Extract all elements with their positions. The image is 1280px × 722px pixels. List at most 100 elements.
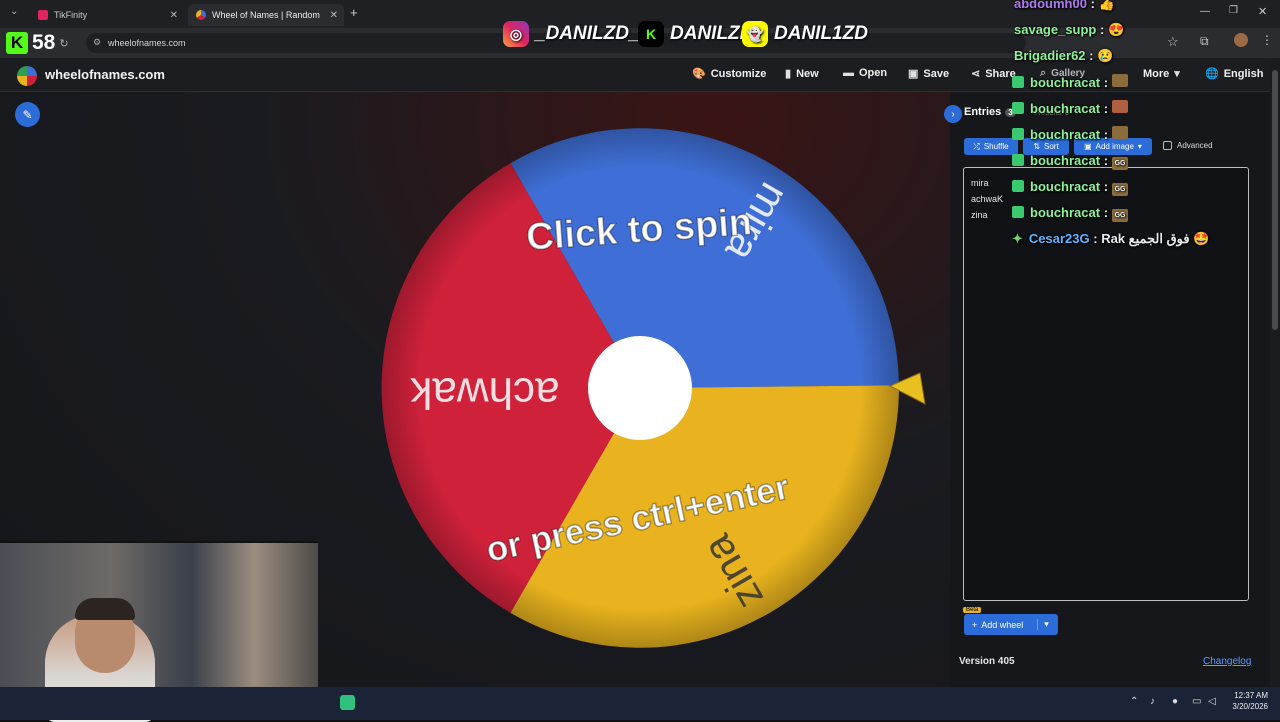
beta-badge: Beta — [963, 607, 982, 613]
close-tab-icon[interactable]: ✕ — [330, 10, 338, 21]
new-tab-icon[interactable]: + — [350, 5, 358, 20]
maximize-icon[interactable]: ❐ — [1229, 5, 1238, 16]
advanced-checkbox[interactable] — [1163, 141, 1172, 150]
subscriber-badge-icon — [1012, 180, 1024, 192]
tab-search-icon[interactable]: ⌄ — [10, 6, 18, 17]
language-button[interactable]: 🌐 English — [1205, 67, 1264, 81]
wheel-center-hub[interactable] — [588, 336, 692, 440]
gg-emote-icon: GG — [1112, 209, 1129, 222]
new-button[interactable]: ▮ New — [785, 67, 819, 81]
open-button[interactable]: ▬ Open — [843, 67, 887, 79]
clock[interactable]: 12:37 AM 3/20/2026 — [1222, 690, 1268, 712]
chat-username: abdoumh00 — [1014, 0, 1087, 11]
advanced-label: Advanced — [1177, 141, 1213, 150]
tikfinity-favicon-icon — [38, 10, 48, 20]
chat-emote-icon — [1112, 100, 1129, 113]
version-text: Version 405 — [959, 656, 1015, 667]
clock-time: 12:37 AM — [1234, 691, 1268, 700]
chat-message: abdoumh00 : 👍 — [1014, 0, 1115, 12]
chat-username: Brigadier62 — [1014, 48, 1086, 63]
more-label: More — [1143, 67, 1170, 80]
customize-button[interactable]: 🎨 Customize — [692, 67, 767, 81]
language-label: English — [1223, 67, 1264, 80]
chat-username: bouchracat — [1030, 75, 1101, 90]
chat-message: bouchracat : GG — [1012, 153, 1129, 170]
file-icon: ▮ — [785, 68, 792, 80]
scrollbar-thumb[interactable] — [1272, 70, 1278, 330]
caret-down-icon: ▾ — [1137, 142, 1142, 151]
chat-message: bouchracat : GG — [1012, 205, 1129, 222]
site-logo-icon[interactable] — [17, 66, 37, 86]
tab-tikfinity[interactable]: TikFinity ✕ — [30, 4, 184, 26]
folder-icon: ▬ — [843, 67, 854, 79]
kick-logo-icon: K — [6, 32, 28, 54]
tab-entries[interactable]: Entries 3 — [964, 106, 1016, 118]
audio-icon[interactable]: ♪ — [1150, 696, 1155, 707]
chat-username: bouchracat — [1030, 101, 1101, 116]
volume-icon[interactable]: ◁ — [1208, 696, 1216, 707]
chat-text: 😢 — [1097, 48, 1114, 63]
chat-text: Rak فوق الجميع 🤩 — [1101, 231, 1210, 246]
sort-icon: ⇅ — [1033, 142, 1041, 151]
add-wheel-button[interactable]: + Add wheel ▾ — [964, 614, 1058, 635]
subscriber-badge-icon — [1012, 76, 1024, 88]
changelog-link[interactable]: Changelog — [1203, 656, 1251, 667]
tab-title: Wheel of Names | Random nam — [212, 10, 322, 20]
advanced-toggle[interactable]: Advanced — [1163, 141, 1213, 150]
chat-message: bouchracat : GG — [1012, 179, 1129, 196]
chat-separator: : — [1085, 48, 1098, 63]
extensions-icon[interactable]: ⧉ — [1200, 34, 1209, 49]
entry-line: achwaK — [971, 194, 1004, 204]
viewer-count: 58 — [32, 31, 56, 54]
chat-username: bouchracat — [1030, 179, 1101, 194]
chat-separator: : — [1100, 179, 1109, 194]
palette-icon: 🎨 — [692, 68, 706, 80]
share-icon: ⋖ — [971, 68, 981, 80]
chat-separator: : — [1100, 205, 1109, 220]
browser-menu-icon[interactable]: ⋮ — [1261, 33, 1273, 47]
wheel-favicon-icon — [196, 10, 206, 20]
share-button[interactable]: ⋖ Share — [971, 67, 1016, 81]
kick-handle: K DANILZD — [638, 18, 753, 50]
chat-separator: : — [1100, 153, 1109, 168]
bookmark-star-icon[interactable]: ☆ — [1167, 34, 1179, 50]
mic-icon[interactable]: ● — [1172, 696, 1178, 707]
save-icon: ▣ — [908, 68, 919, 80]
site-info-icon[interactable]: ⚙ — [93, 37, 101, 48]
caret-down-icon: ▾ — [1174, 68, 1180, 80]
chat-username: Cesar23G — [1028, 231, 1090, 246]
close-tab-icon[interactable]: ✕ — [170, 10, 178, 21]
new-label: New — [796, 67, 819, 80]
chat-message: Brigadier62 : 😢 — [1014, 48, 1113, 64]
tab-wheel-of-names[interactable]: Wheel of Names | Random nam ✕ — [188, 4, 344, 26]
chat-emote-icon — [1112, 74, 1129, 87]
segment-label-achwak: achwak — [409, 368, 559, 417]
tab-title: TikFinity — [54, 10, 88, 20]
chat-message: bouchracat : — [1012, 126, 1129, 142]
reload-icon[interactable]: ↻ — [59, 37, 68, 50]
chat-separator: : — [1100, 127, 1109, 142]
chat-username: bouchracat — [1030, 127, 1101, 142]
app-icon[interactable] — [340, 695, 355, 710]
gg-emote-icon: GG — [1112, 157, 1129, 170]
shuffle-button[interactable]: ⤮ Shuffle — [964, 138, 1018, 155]
close-window-icon[interactable]: ✕ — [1258, 5, 1267, 18]
collapse-panel-icon[interactable]: › — [944, 105, 962, 123]
spin-wheel[interactable]: mira achwak zina Click to spin or press … — [370, 118, 950, 663]
sparkle-badge-icon: ✦ — [1012, 231, 1023, 246]
site-brand[interactable]: wheelofnames.com — [45, 67, 165, 82]
profile-avatar[interactable] — [1234, 33, 1248, 47]
chat-message: bouchracat : — [1012, 74, 1129, 90]
minimize-icon[interactable]: — — [1200, 6, 1210, 17]
os-taskbar: ⌃ ♪ ● ▭ ◁ 12:37 AM 3/20/2026 — [0, 687, 1280, 720]
customize-label: Customize — [710, 67, 767, 80]
edit-pencil-icon[interactable]: ✎ — [15, 102, 40, 127]
caret-down-icon[interactable]: ▾ — [1037, 619, 1049, 630]
monitor-icon[interactable]: ▭ — [1192, 696, 1201, 707]
kick-icon: K — [638, 21, 664, 47]
save-button[interactable]: ▣ Save — [908, 67, 949, 81]
snapchat-handle: 👻 DANIL1ZD — [742, 18, 868, 50]
chat-username: savage_supp — [1014, 22, 1097, 37]
tray-chevron-icon[interactable]: ⌃ — [1130, 696, 1138, 707]
more-button[interactable]: More ▾ — [1143, 67, 1180, 81]
